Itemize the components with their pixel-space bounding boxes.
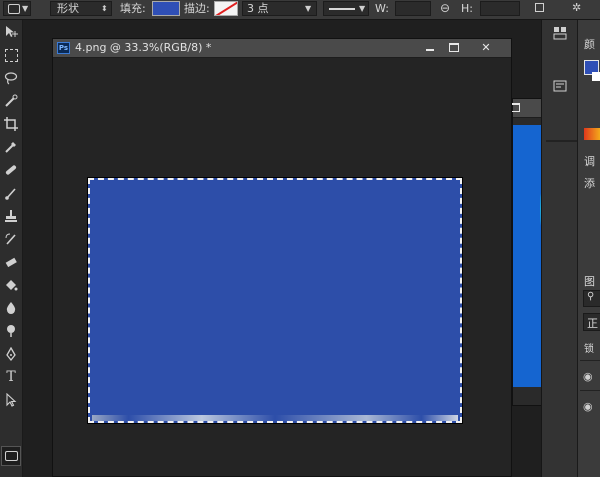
lasso-tool[interactable]	[1, 68, 21, 88]
layer-visibility-eye-icon[interactable]: ◉	[583, 370, 593, 383]
drop-icon	[6, 302, 16, 314]
chevron-down-icon: ▼	[359, 4, 366, 13]
rectangle-tool[interactable]	[1, 446, 21, 466]
blue-rectangle-canvas[interactable]	[87, 177, 463, 424]
close-icon: ✕	[481, 41, 491, 54]
layer-divider	[580, 360, 600, 361]
color-panel-tab[interactable]: 颜	[584, 36, 595, 52]
rounded-rect-icon	[4, 451, 18, 461]
eyedropper-tool[interactable]	[1, 137, 21, 157]
gear-icon: ✲	[572, 1, 582, 14]
path-selection-tool[interactable]	[1, 390, 21, 410]
blur-tool[interactable]	[1, 298, 21, 318]
layer-visibility-eye-icon[interactable]: ◉	[583, 400, 593, 413]
crop-tool[interactable]	[1, 114, 21, 134]
stroke-swatch[interactable]	[214, 1, 238, 16]
chevron-down-icon: ⬍	[101, 4, 108, 13]
rounded-rect-icon	[8, 4, 20, 14]
fill-label: 填充:	[120, 2, 146, 15]
color-ramp[interactable]	[584, 128, 600, 140]
tool-mode-value: 形状	[57, 2, 79, 15]
close-button[interactable]: ✕	[473, 41, 499, 54]
tools-panel: T	[0, 20, 23, 477]
layer-divider	[580, 390, 600, 391]
pen-icon	[6, 347, 16, 361]
crop-icon	[4, 117, 18, 131]
lasso-icon	[4, 72, 18, 85]
lock-label: 锁	[584, 344, 594, 355]
document-titlebar[interactable]: Ps 4.png @ 33.3%(RGB/8) * ✕	[53, 39, 511, 58]
quick-selection-tool[interactable]	[1, 91, 21, 111]
width-field[interactable]	[395, 1, 431, 16]
layers-panel-tab[interactable]: 图	[584, 273, 595, 289]
document-window[interactable]: Ps 4.png @ 33.3%(RGB/8) * ✕	[52, 38, 512, 477]
arrow-cursor-icon	[6, 393, 17, 407]
clone-stamp-tool[interactable]	[1, 206, 21, 226]
move-tool[interactable]	[1, 22, 21, 42]
blend-mode-select[interactable]: 正	[583, 313, 600, 331]
dodge-tool[interactable]	[1, 321, 21, 341]
link-icon[interactable]: ⊖	[440, 1, 450, 15]
search-icon: ⚲	[587, 291, 595, 302]
fill-swatch[interactable]	[152, 1, 180, 16]
maximize-button[interactable]	[441, 41, 467, 54]
stroke-label: 描边:	[184, 2, 210, 15]
document-title: 4.png @ 33.3%(RGB/8) *	[75, 41, 212, 54]
dodge-icon	[7, 325, 15, 337]
solid-line-icon	[329, 8, 355, 10]
stroke-width-value: 3 点	[247, 2, 269, 15]
tool-preset-picker[interactable]: ▼	[3, 1, 31, 16]
path-ops-icon	[535, 3, 544, 12]
paint-bucket-icon	[6, 280, 18, 291]
options-bar: ▼ 形状 ⬍ 填充: 描边: 3 点 ▼ ▼ W: ⊖ H: ✲	[0, 0, 600, 20]
no-color-slash-icon	[215, 2, 237, 15]
move-icon	[6, 26, 18, 37]
type-icon: T	[6, 369, 16, 385]
pen-tool[interactable]	[1, 344, 21, 364]
path-operations-button[interactable]	[530, 1, 552, 16]
maximize-icon	[449, 43, 459, 52]
minimize-icon	[426, 49, 434, 51]
photoshop-logo-icon: Ps	[57, 42, 70, 54]
stroke-type-select[interactable]: ▼	[323, 1, 369, 16]
tool-mode-select[interactable]: 形状 ⬍	[50, 1, 112, 16]
panel-strip: 颜 调 添 图 ⚲ 正 锁 ◉ ◉	[577, 20, 600, 477]
background-color-swatch[interactable]	[592, 72, 600, 81]
height-label: H:	[461, 2, 473, 15]
marquee-icon	[4, 48, 18, 62]
panel-icon-top[interactable]	[553, 26, 567, 40]
marching-ants-edge	[92, 415, 458, 421]
chevron-down-icon: ▼	[22, 4, 29, 13]
brush-tool[interactable]	[1, 183, 21, 203]
healing-brush-tool[interactable]	[1, 160, 21, 180]
minimize-button[interactable]	[417, 41, 443, 54]
quick-selection-icon	[5, 94, 18, 107]
panel-divider	[546, 140, 578, 142]
layer-filter-button[interactable]: ⚲	[583, 290, 600, 307]
history-brush-icon	[5, 233, 16, 245]
eraser-tool[interactable]	[1, 252, 21, 272]
stroke-width-field[interactable]: 3 点 ▼	[242, 1, 317, 16]
width-label: W:	[375, 2, 389, 15]
stamp-icon	[5, 210, 17, 222]
blend-mode-value: 正	[587, 317, 598, 330]
properties-panel-icon	[553, 80, 567, 92]
eraser-icon	[5, 257, 17, 268]
gear-button[interactable]: ✲	[568, 1, 588, 16]
eyedropper-icon	[5, 142, 16, 153]
marquee-tool[interactable]	[1, 45, 21, 65]
add-adjustment-label: 添	[584, 177, 595, 190]
panel-icon-properties[interactable]	[553, 79, 567, 93]
history-panel-icon	[553, 27, 567, 40]
paint-bucket-tool[interactable]	[1, 275, 21, 295]
height-field[interactable]	[480, 1, 520, 16]
type-tool[interactable]: T	[1, 367, 21, 387]
brush-icon	[5, 188, 16, 200]
history-brush-tool[interactable]	[1, 229, 21, 249]
bandage-icon	[5, 165, 17, 175]
adjustments-panel-tab[interactable]: 调	[584, 153, 595, 169]
chevron-down-icon: ▼	[305, 4, 312, 13]
